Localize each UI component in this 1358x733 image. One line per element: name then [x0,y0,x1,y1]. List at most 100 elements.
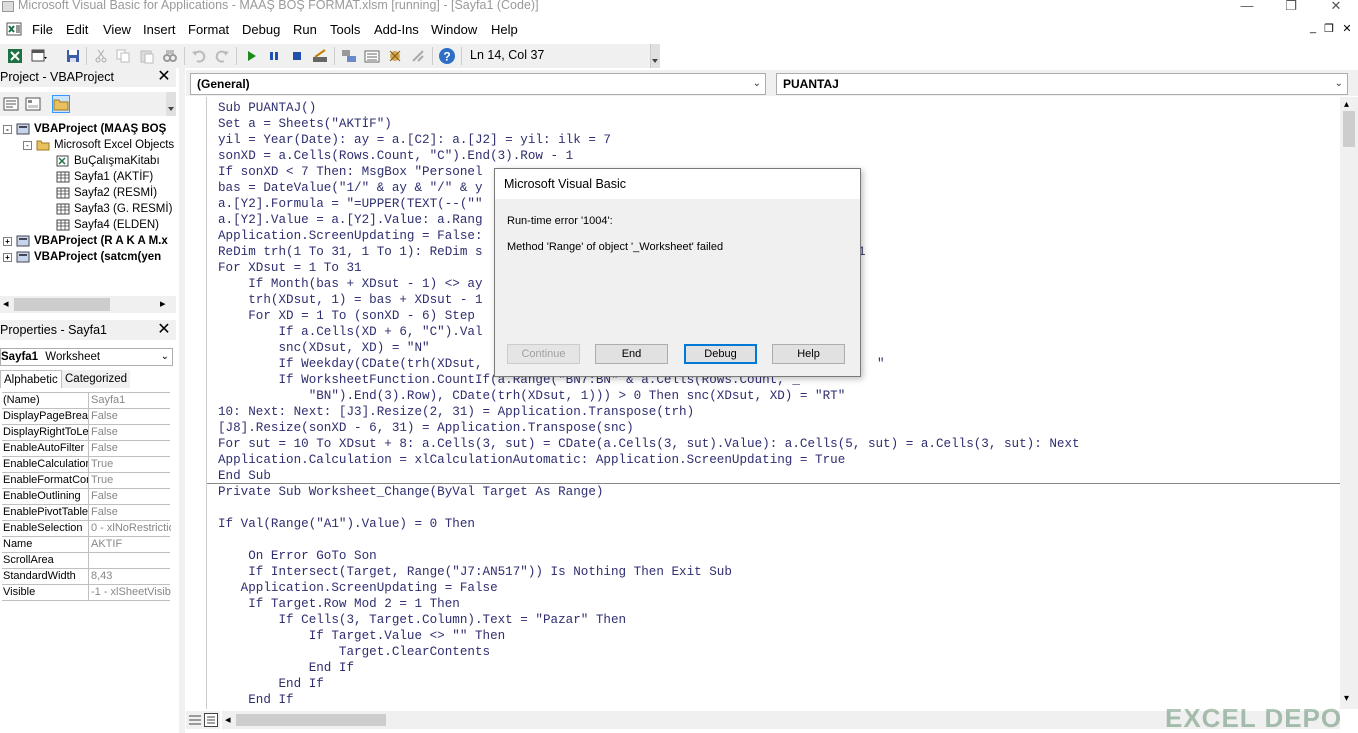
menu-tools[interactable]: Tools [330,22,360,37]
properties-pane-close-icon[interactable]: ✕ [155,322,173,340]
menu-help[interactable]: Help [491,22,518,37]
tree-item[interactable]: Sayfa2 (RESMİ) [56,185,157,201]
tree-item[interactable]: Sayfa4 (ELDEN) [56,217,159,233]
code-line[interactable]: Target.ClearContents [218,644,490,660]
tree-item[interactable]: Sayfa3 (G. RESMİ) [56,201,172,217]
code-line[interactable]: If Target.Row Mod 2 = 1 Then [218,596,460,612]
excel-view-icon[interactable] [6,22,22,36]
view-excel-icon[interactable] [6,47,24,65]
code-line[interactable]: Application.ScreenUpdating = False [218,580,498,596]
code-line[interactable]: If Cells(3, Target.Column).Text = "Pazar… [218,612,626,628]
code-line[interactable]: If Target.Value <> "" Then [218,628,506,644]
toggle-folders-icon[interactable] [52,95,70,113]
tree-item[interactable]: + VBAProject (satcm(yen [3,249,161,265]
code-line[interactable]: If Weekday(CDate(trh(XDsut, [218,356,482,372]
property-row[interactable]: DisplayRightToLef False [2,425,170,441]
property-value[interactable]: 0 - xlNoRestrictio [91,521,171,536]
scroll-up-icon[interactable]: ▴ [1344,99,1349,110]
code-line[interactable]: sonXD = a.Cells(Rows.Count, "C").End(3).… [218,148,573,164]
project-pane-close-icon[interactable]: ✕ [155,69,173,87]
insert-userform-icon[interactable] [30,47,48,65]
code-line[interactable]: Set a = Sheets("AKTİF") [218,116,392,132]
menu-addins[interactable]: Add-Ins [374,22,419,37]
code-line[interactable]: [J8].Resize(sonXD - 6, 31) = Application… [218,420,634,436]
property-value[interactable]: AKTIF [91,537,171,552]
property-row[interactable]: Name AKTIF [2,537,170,553]
code-line[interactable]: If a.Cells(XD + 6, "C").Val [218,324,482,340]
expand-icon[interactable]: + [3,236,12,246]
continue-button[interactable]: Continue [507,344,580,364]
scroll-thumb[interactable] [236,714,386,726]
project-toolbar-grip[interactable] [166,92,176,116]
property-row[interactable]: EnablePivotTable False [2,505,170,521]
code-line[interactable]: a.[Y2].Formula = "=UPPER(TEXT(--("" [218,196,483,212]
view-object-icon[interactable] [24,95,42,113]
project-explorer-icon[interactable] [340,47,358,65]
procedure-view-icon[interactable] [188,713,202,727]
debug-button[interactable]: Debug [684,344,757,364]
property-value[interactable]: False [91,505,171,520]
code-line[interactable]: Sub PUANTAJ() [218,100,316,116]
menu-insert[interactable]: Insert [143,22,176,37]
tree-item[interactable]: - Microsoft Excel Objects [23,137,174,153]
mdi-minimize-button[interactable]: _ [1306,22,1320,34]
code-line[interactable]: snc(XDsut, XD) = "N" [218,340,429,356]
menu-format[interactable]: Format [188,22,229,37]
property-value[interactable]: Sayfa1 [91,393,171,408]
collapse-icon[interactable]: - [3,124,12,134]
property-row[interactable]: EnableCalculation True [2,457,170,473]
expand-icon[interactable]: + [3,252,12,262]
cut-icon[interactable] [92,47,110,65]
menu-view[interactable]: View [103,22,131,37]
tree-item[interactable]: Sayfa1 (AKTİF) [56,169,153,185]
scroll-right-icon[interactable]: ▸ [160,297,166,310]
reset-icon[interactable] [288,47,306,65]
code-line[interactable]: If Intersect(Target, Range("J7:AN517")) … [218,564,732,580]
property-value[interactable]: False [91,441,171,456]
code-line[interactable]: Application.ScreenUpdating = False: [218,228,483,244]
menu-run[interactable]: Run [293,22,317,37]
copy-icon[interactable] [114,47,132,65]
code-line[interactable]: yil = Year(Date): ay = a.[C2]: a.[J2] = … [218,132,611,148]
mdi-close-button[interactable]: ✕ [1340,22,1354,35]
find-icon[interactable] [161,47,179,65]
tab-categorized[interactable]: Categorized [62,370,131,388]
property-row[interactable]: EnableAutoFilter False [2,441,170,457]
tree-item[interactable]: - VBAProject (MAAŞ BOŞ [3,121,166,137]
property-value[interactable]: False [91,409,171,424]
menu-file[interactable]: File [32,22,53,37]
break-icon[interactable] [265,47,283,65]
property-row[interactable]: EnableOutlining False [2,489,170,505]
code-line[interactable]: trh(XDsut, 1) = bas + XDsut - 1 [218,292,482,308]
undo-icon[interactable] [190,47,208,65]
code-line[interactable]: End If [218,692,293,708]
help-button[interactable]: Help [772,344,845,364]
toolbox-icon[interactable] [409,47,427,65]
code-line[interactable]: End If [218,660,354,676]
code-line[interactable]: 10: Next: Next: [J3].Resize(2, 31) = App… [218,404,694,420]
code-line[interactable]: End If [218,676,323,692]
code-line[interactable]: If Month(bas + XDsut - 1) <> ay [218,276,482,292]
maximize-button[interactable]: ❐ [1281,0,1301,14]
property-value[interactable]: False [91,489,171,504]
code-line[interactable]: If sonXD < 7 Then: MsgBox "Personel [218,164,483,180]
code-line-fragment[interactable]: " [877,356,885,372]
toolbar-options-icon[interactable] [650,44,660,68]
property-row[interactable]: EnableFormatCon True [2,473,170,489]
minimize-button[interactable]: — [1237,0,1257,13]
code-line[interactable]: ReDim trh(1 To 31, 1 To 1): ReDim s [218,244,483,260]
property-value[interactable]: True [91,473,171,488]
code-line[interactable]: a.[Y2].Value = a.[Y2].Value: a.Rang [218,212,483,228]
save-icon[interactable] [64,47,82,65]
property-value[interactable]: True [91,457,171,472]
help-icon[interactable]: ? [438,47,456,65]
collapse-icon[interactable]: - [23,140,32,150]
full-module-view-icon[interactable] [204,713,218,727]
project-tree-hscrollbar[interactable]: ◂ ▸ [0,296,176,313]
close-button[interactable]: ✕ [1326,0,1346,14]
property-row[interactable]: ScrollArea [2,553,170,569]
tab-alphabetic[interactable]: Alphabetic [0,370,62,388]
object-combo[interactable]: (General) ⌄ [190,73,766,95]
scroll-down-icon[interactable]: ▾ [1344,693,1349,704]
property-value[interactable] [91,553,171,568]
